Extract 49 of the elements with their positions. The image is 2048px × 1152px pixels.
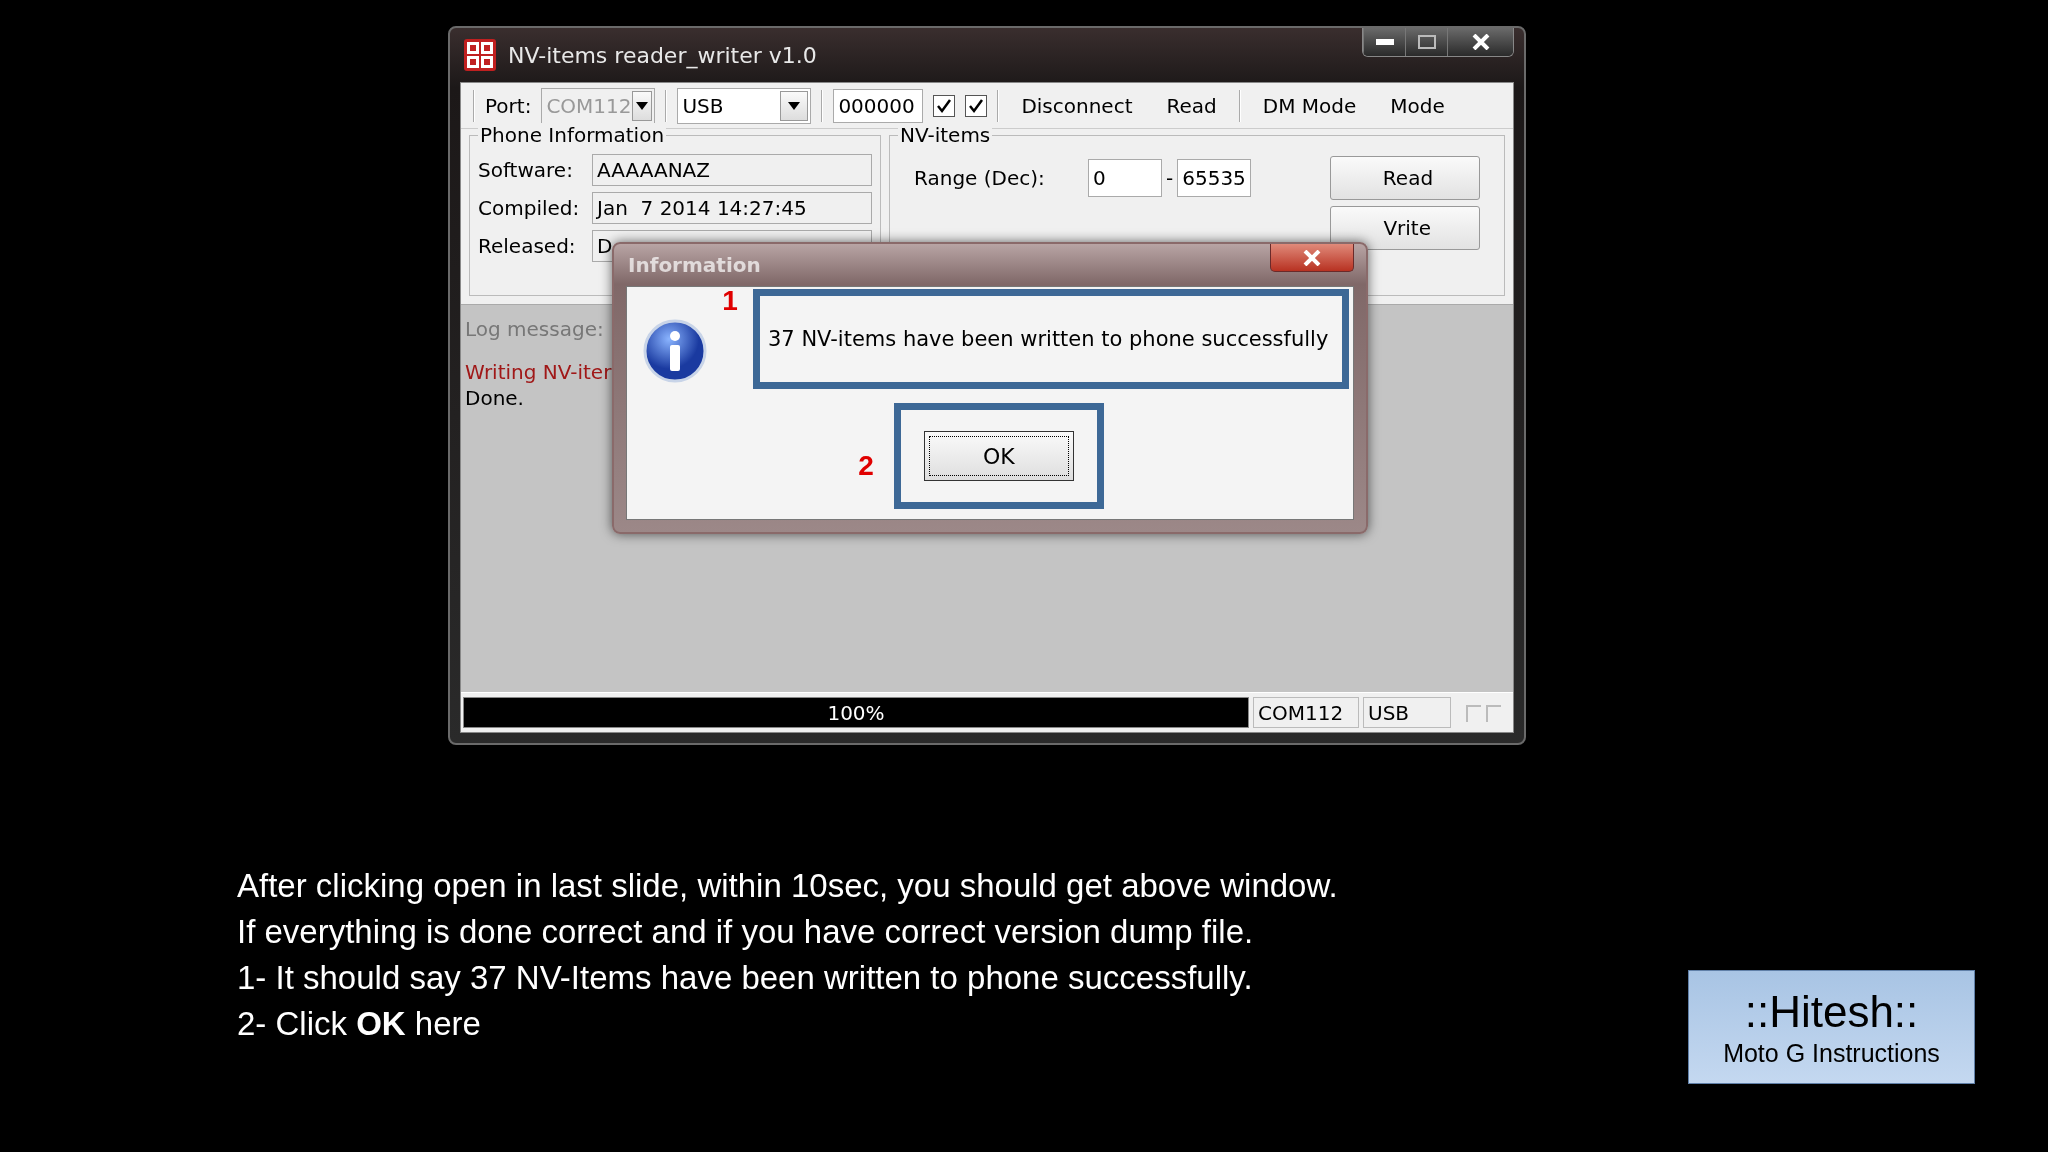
close-icon bbox=[1303, 249, 1321, 266]
minimize-icon bbox=[1375, 39, 1394, 45]
badge-subtitle: Moto G Instructions bbox=[1723, 1038, 1940, 1068]
instruction-text: After clicking open in last slide, within 10sec, you should get above window. bbox=[237, 866, 1338, 906]
maximize-icon bbox=[1417, 35, 1436, 49]
close-button[interactable] bbox=[1447, 28, 1513, 56]
window-title: NV-items reader_writer v1.0 bbox=[508, 42, 818, 68]
status-connection: USB bbox=[1363, 697, 1451, 728]
ok-button[interactable]: OK bbox=[923, 431, 1074, 481]
log-line: Done. bbox=[465, 385, 524, 411]
maximize-button[interactable] bbox=[1405, 28, 1447, 56]
range-separator: - bbox=[1166, 166, 1174, 190]
toolbar-button[interactable]: DM Mode bbox=[1250, 89, 1369, 122]
instruction-text: 2- Click OK here bbox=[237, 1004, 482, 1044]
toolbar-button[interactable]: Mode bbox=[1378, 89, 1457, 122]
callout-number: 1 bbox=[721, 285, 739, 317]
range-end-field[interactable]: 65535 bbox=[1177, 159, 1252, 197]
badge-title: ::Hitesh:: bbox=[1744, 986, 1919, 1037]
toolbar-button[interactable]: Disconnect bbox=[1009, 89, 1145, 122]
dropdown-icon bbox=[635, 101, 648, 110]
info-field: Jan 7 2014 14:27:45 bbox=[592, 192, 872, 224]
close-button[interactable] bbox=[1270, 244, 1354, 272]
checkbox[interactable] bbox=[933, 94, 956, 117]
field-label: Released: bbox=[478, 234, 574, 258]
port-label: Port: bbox=[485, 93, 532, 118]
instruction-text: If everything is done correct and if you have correct version dump file. bbox=[237, 912, 1255, 952]
range-label: Range (Dec): bbox=[914, 166, 1046, 190]
read-button[interactable]: Read bbox=[1330, 156, 1480, 200]
log-title: Log message: bbox=[465, 317, 604, 341]
toolbar-button[interactable]: Read bbox=[1154, 89, 1229, 122]
field-label: Software: bbox=[478, 158, 574, 182]
write-button[interactable]: Vrite bbox=[1330, 206, 1480, 250]
callout-number: 2 bbox=[858, 450, 874, 482]
instruction-text: 1- It should say 37 NV-Items have been written to phone successfully. bbox=[237, 958, 1254, 998]
status-port: COM112 bbox=[1253, 697, 1359, 728]
code-field[interactable]: 000000 bbox=[833, 88, 924, 123]
log-line: Writing NV-iter bbox=[465, 359, 612, 385]
range-start-field[interactable]: 0 bbox=[1088, 159, 1162, 197]
close-icon bbox=[1471, 34, 1490, 50]
dropdown-icon bbox=[788, 101, 801, 110]
progress-reading: 100% bbox=[827, 700, 885, 725]
dialog-message: 37 NV-items have been written to phone successfully bbox=[768, 327, 1329, 351]
dialog-title: Information bbox=[627, 253, 761, 277]
info-field: AAAAANAZ bbox=[592, 154, 872, 186]
info-icon bbox=[643, 319, 707, 383]
checkbox[interactable] bbox=[965, 94, 988, 117]
minimize-button[interactable] bbox=[1363, 28, 1405, 56]
connection-dropdown[interactable]: USB bbox=[677, 87, 812, 124]
app-icon bbox=[464, 39, 496, 71]
